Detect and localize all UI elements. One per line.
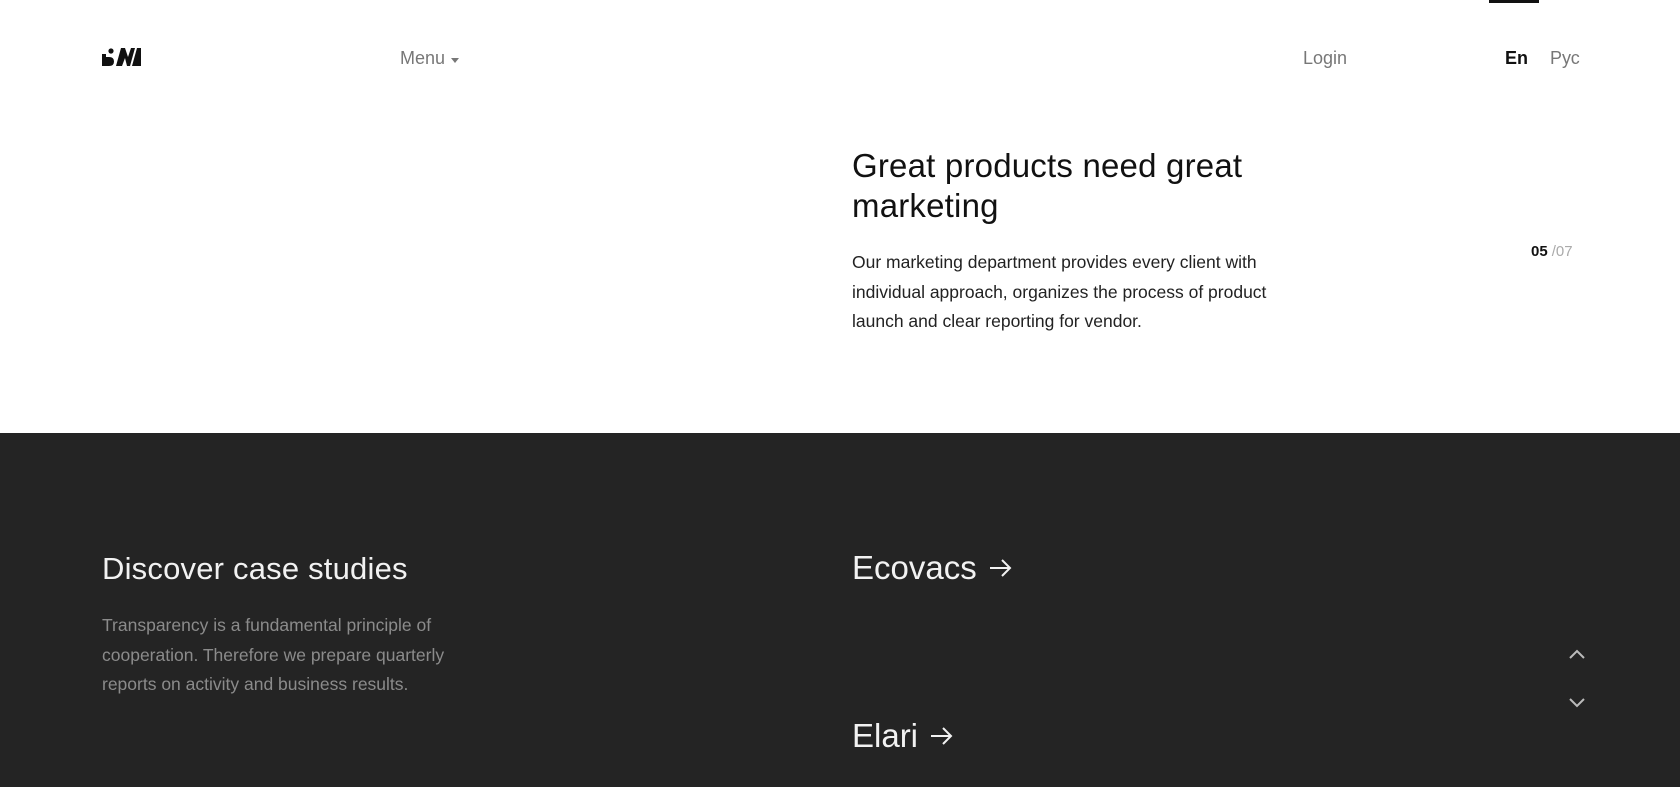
hero-section: Great products need great marketing Our … <box>852 146 1292 337</box>
caret-down-icon <box>451 57 460 63</box>
case-label: Elari <box>852 717 919 754</box>
bm-logo-icon[interactable] <box>102 48 142 66</box>
case-label: Ecovacs <box>852 549 977 586</box>
arrow-right-icon <box>930 726 954 746</box>
case-link-ecovacs[interactable]: Ecovacs <box>852 549 1013 587</box>
site-header: Menu Login En Рус <box>0 0 1680 118</box>
chevron-down-icon[interactable] <box>1566 692 1588 714</box>
menu-dropdown[interactable]: Menu <box>400 48 460 69</box>
menu-label: Menu <box>400 48 446 68</box>
case-studies-description: Transparency is a fundamental principle … <box>102 615 445 694</box>
slide-counter: 05/07 <box>1531 243 1573 260</box>
hero-description: Our marketing department provides every … <box>852 252 1267 331</box>
case-studies-title: Discover case studies <box>102 551 408 586</box>
arrow-right-icon <box>989 558 1013 578</box>
case-studies-section: Discover case studies Transparency is a … <box>0 433 1680 787</box>
login-link[interactable]: Login <box>1303 48 1347 69</box>
slide-counter-current: 05 <box>1531 243 1548 260</box>
slide-counter-total: /07 <box>1551 243 1573 260</box>
language-en[interactable]: En <box>1505 48 1528 69</box>
chevron-up-icon[interactable] <box>1566 643 1588 665</box>
hero-title: Great products need great marketing <box>852 147 1243 224</box>
language-ru[interactable]: Рус <box>1550 48 1580 69</box>
case-link-elari[interactable]: Elari <box>852 717 954 755</box>
